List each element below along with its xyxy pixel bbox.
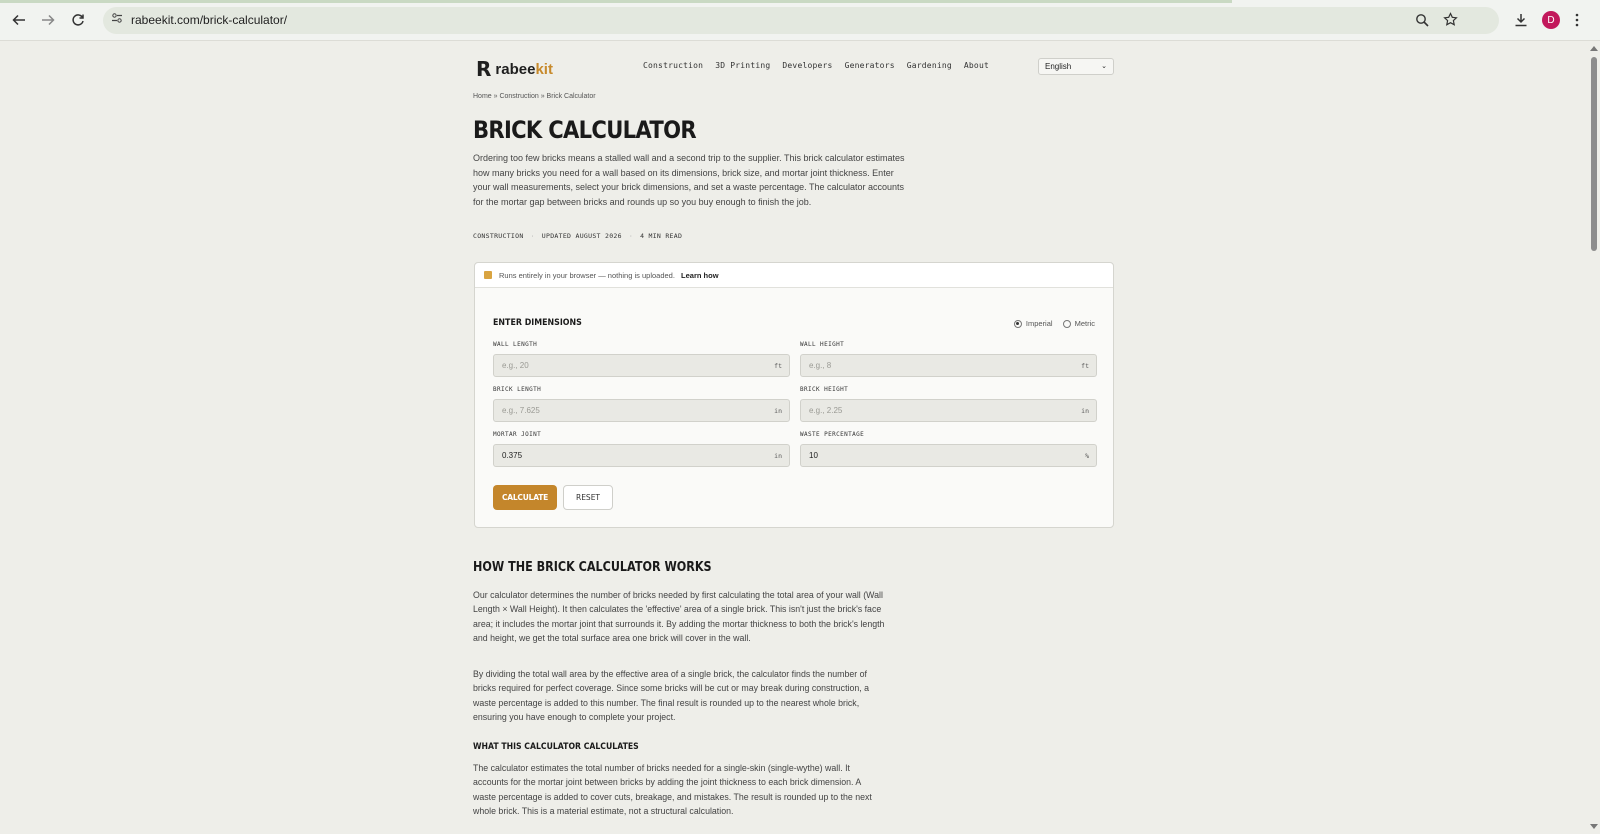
brick-height-field: BRICK HEIGHT in (800, 386, 1097, 422)
wall-length-field: WALL LENGTH ft (493, 341, 790, 377)
how-it-works-paragraph-2: By dividing the total wall area by the e… (473, 669, 870, 722)
mortar-joint-label: MORTAR JOINT (493, 431, 542, 438)
what-it-calculates-heading: WHAT THIS CALCULATOR CALCULATES (473, 742, 639, 752)
page-scrollbar[interactable] (1588, 41, 1600, 834)
site-info-icon[interactable] (111, 12, 123, 24)
mortar-joint-unit: in (774, 452, 782, 460)
lock-icon (484, 271, 492, 279)
privacy-notice-text: Runs entirely in your browser — nothing … (499, 271, 675, 280)
browser-toolbar: rabeekit.com/brick-calculator/ D (0, 0, 1600, 41)
logo-mark: R (476, 57, 492, 81)
article-meta: CONSTRUCTION · UPDATED AUGUST 2026 · 4 M… (473, 232, 683, 240)
zoom-icon[interactable] (1415, 13, 1429, 27)
nav-generators[interactable]: Generators (845, 61, 895, 70)
radio-checked-icon (1013, 319, 1022, 328)
imperial-radio[interactable]: Imperial (1013, 319, 1053, 328)
wall-height-label: WALL HEIGHT (800, 341, 845, 348)
main-nav: Construction 3D Printing Developers Gene… (643, 61, 989, 70)
arrow-left-icon (12, 14, 25, 26)
address-bar[interactable]: rabeekit.com/brick-calculator/ (103, 7, 1499, 34)
download-icon[interactable] (1514, 13, 1528, 27)
waste-percentage-input[interactable] (801, 445, 1096, 466)
forward-button[interactable] (37, 9, 59, 31)
wall-length-label: WALL LENGTH (493, 341, 538, 348)
more-menu-icon[interactable] (1574, 13, 1580, 27)
meta-updated: UPDATED AUGUST 2026 (541, 232, 622, 240)
wall-height-unit: ft (1081, 362, 1089, 370)
page-load-progress (0, 0, 1232, 3)
unit-system-toggle: Imperial Metric (1013, 319, 1095, 328)
radio-unchecked-icon (1062, 319, 1071, 328)
wall-length-input[interactable] (494, 355, 789, 376)
nav-about[interactable]: About (964, 61, 989, 70)
meta-category: CONSTRUCTION (473, 232, 524, 240)
how-it-works-heading: HOW THE BRICK CALCULATOR WORKS (473, 560, 712, 575)
calculate-button[interactable]: CALCULATE (493, 485, 557, 510)
language-select[interactable]: English ⌄ (1038, 58, 1114, 75)
mortar-joint-field: MORTAR JOINT in (493, 431, 790, 467)
meta-read-time: 4 MIN READ (640, 232, 683, 240)
site-logo[interactable]: R rabeekit (476, 57, 553, 81)
scrollbar-thumb[interactable] (1591, 57, 1597, 251)
nav-3d-printing[interactable]: 3D Printing (715, 61, 770, 70)
chevron-down-icon: ⌄ (1101, 63, 1107, 70)
calculator-card: Runs entirely in your browser — nothing … (474, 262, 1114, 528)
learn-how-link[interactable]: Learn how (681, 271, 719, 280)
brick-height-unit: in (1081, 407, 1089, 415)
url-text: rabeekit.com/brick-calculator/ (131, 13, 288, 27)
brick-length-field: BRICK LENGTH in (493, 386, 790, 422)
metric-radio[interactable]: Metric (1062, 319, 1095, 328)
brick-length-label: BRICK LENGTH (493, 386, 542, 393)
wall-height-field: WALL HEIGHT ft (800, 341, 1097, 377)
enter-dimensions-heading: ENTER DIMENSIONS (493, 318, 582, 328)
waste-percentage-field: WASTE PERCENTAGE % (800, 431, 1097, 467)
nav-gardening[interactable]: Gardening (907, 61, 952, 70)
breadcrumb[interactable]: Home » Construction » Brick Calculator (473, 93, 596, 100)
brick-length-unit: in (774, 407, 782, 415)
intro-paragraph: Ordering too few bricks means a stalled … (473, 153, 905, 207)
reset-button[interactable]: RESET (563, 485, 613, 510)
logo-text: rabeekit (495, 60, 553, 78)
waste-percentage-unit: % (1085, 452, 1089, 460)
arrow-right-icon (42, 14, 55, 26)
brick-height-input[interactable] (801, 400, 1096, 421)
scroll-up-arrow-icon[interactable] (1590, 46, 1598, 51)
how-it-works-paragraph-1: Our calculator determines the number of … (473, 590, 885, 643)
nav-construction[interactable]: Construction (643, 61, 703, 70)
waste-percentage-label: WASTE PERCENTAGE (800, 431, 865, 438)
mortar-joint-input[interactable] (494, 445, 789, 466)
wall-height-input[interactable] (801, 355, 1096, 376)
brick-height-label: BRICK HEIGHT (800, 386, 849, 393)
scroll-down-arrow-icon[interactable] (1590, 824, 1598, 829)
back-button[interactable] (8, 9, 30, 31)
reload-button[interactable] (67, 9, 89, 31)
reload-icon (72, 14, 84, 26)
language-value: English (1045, 62, 1072, 71)
privacy-notice: Runs entirely in your browser — nothing … (475, 263, 1113, 288)
profile-avatar[interactable]: D (1542, 11, 1560, 29)
wall-length-unit: ft (774, 362, 782, 370)
nav-developers[interactable]: Developers (782, 61, 832, 70)
page-title: BRICK CALCULATOR (473, 116, 697, 144)
brick-length-input[interactable] (494, 400, 789, 421)
bookmark-star-icon[interactable] (1443, 12, 1458, 27)
what-it-calculates-paragraph: The calculator estimates the total numbe… (473, 763, 872, 816)
